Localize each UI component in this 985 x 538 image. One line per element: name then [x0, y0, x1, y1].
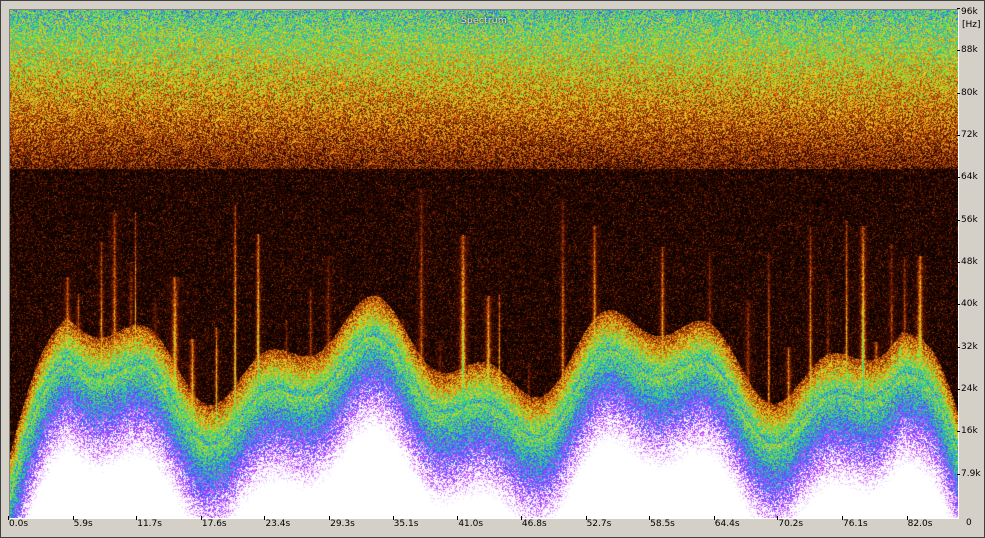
x-tick-label: 46.8s — [521, 519, 547, 529]
spectrogram-plot-area[interactable]: Spectrum — [9, 9, 959, 519]
y-tick-label: 88k — [961, 45, 978, 56]
y-tick-label: 80k — [961, 87, 978, 98]
y-tick-label: 56k — [961, 214, 978, 225]
y-axis-unit: [Hz] — [962, 20, 981, 30]
x-tick-label: 35.1s — [393, 519, 419, 529]
x-tick-label: 70.2s — [778, 519, 804, 529]
y-tick-mark — [957, 474, 960, 476]
x-tick-label: 17.6s — [201, 519, 227, 529]
x-tick-label: 23.4s — [265, 519, 291, 529]
x-tick-label: 5.9s — [73, 519, 93, 529]
y-tick-label: 24k — [961, 384, 978, 394]
x-tick-label: 52.7s — [586, 519, 612, 529]
y-axis: 96k 88k 80k 72k 64k 56k 48k 40k 32k 24k 16k 7.9k — [957, 7, 985, 520]
y-tick-mark — [957, 50, 960, 52]
y-tick-label: 64k — [961, 172, 978, 183]
spectrogram-heatmap — [10, 10, 958, 518]
y-tick-mark — [957, 262, 960, 263]
x-tick-label: 11.7s — [137, 519, 162, 529]
x-tick-label: 64.4s — [714, 519, 740, 529]
y-tick-mark — [957, 177, 960, 179]
y-tick-mark — [957, 304, 960, 306]
y-tick-mark — [957, 431, 960, 433]
overlay-title: Spectrum — [460, 16, 507, 26]
y-tick-label: 16k — [961, 426, 978, 437]
y-tick-mark — [957, 346, 960, 348]
x-tick-label: 41.0s — [458, 519, 484, 529]
y-tick-label: 96k — [961, 7, 978, 17]
y-tick-label: 40k — [961, 299, 978, 310]
x-tick-label: 58.5s — [650, 519, 675, 529]
y-tick-mark — [957, 389, 960, 390]
y-tick-mark — [957, 92, 960, 94]
y-tick-mark — [957, 8, 960, 9]
y-tick-mark — [957, 135, 960, 136]
spectrogram-window: Spectrum — [0, 0, 985, 538]
y-tick-label: 7.9k — [961, 469, 981, 480]
y-tick-mark — [957, 219, 960, 221]
x-tick-label: 82.0s — [907, 519, 933, 529]
x-tick-label: 76.1s — [843, 519, 868, 529]
x-tick-label: 0.0s — [9, 519, 29, 529]
x-axis: 0.0s 5.9s 11.7s 17.6s 23.4s 29.3s 35.1s 41.0s 46… — [8, 516, 968, 536]
y-tick-label: 72k — [961, 130, 978, 140]
y-tick-label: 48k — [961, 257, 978, 267]
x-tick-label: 29.3s — [330, 519, 355, 529]
y-tick-label: 32k — [961, 341, 978, 352]
